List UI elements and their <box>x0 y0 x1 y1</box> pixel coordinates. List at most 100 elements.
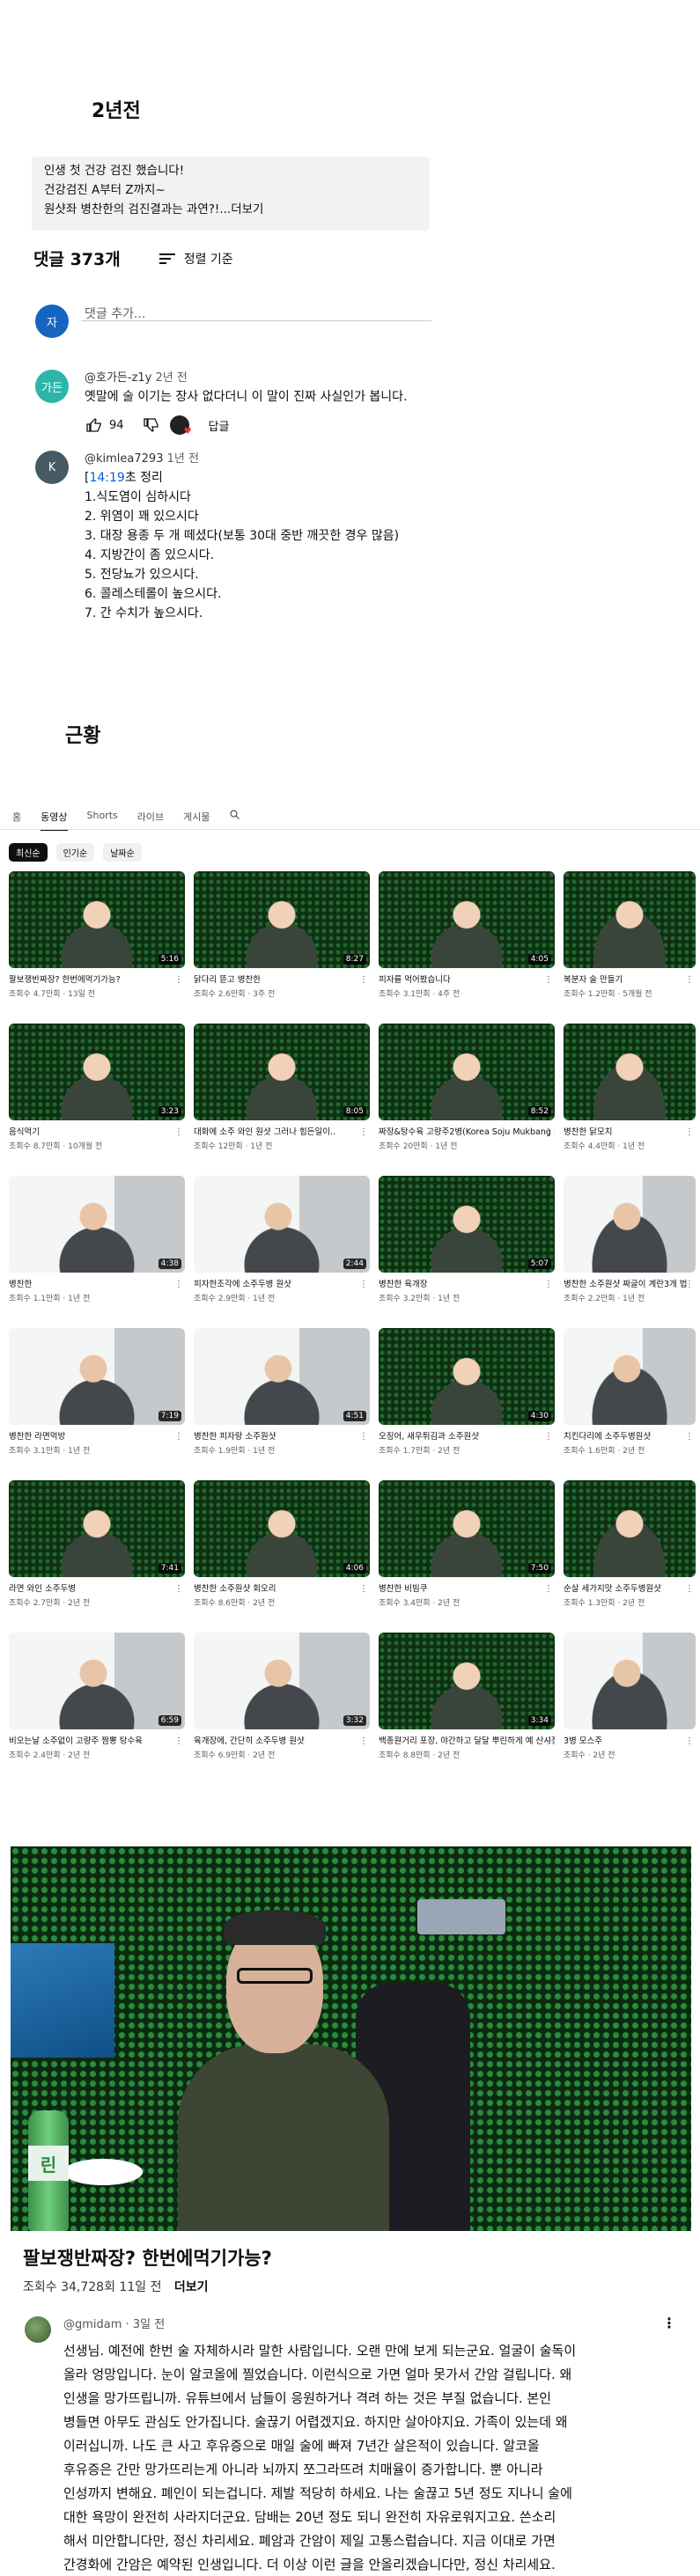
video-card-title[interactable]: 백종원거리 포장, 야간하고 달달 뿌린하게 예 산시장 족발사서 소주원샷3병… <box>379 1734 555 1746</box>
tab-posts[interactable]: 게시물 <box>183 810 210 831</box>
video-card[interactable]: 3:32 육개장에, 간단히 소주두병 원샷 조회수 6.9만회 · 2년 전 ⋮ <box>194 1633 370 1760</box>
video-card-title[interactable]: 음식먹기 <box>9 1125 185 1137</box>
video-card[interactable]: 8:52 짜장&탕수육 고량주2병(Korea Soju Mukbang Bott… <box>379 1024 555 1151</box>
video-thumbnail[interactable]: 4:05 <box>379 871 555 968</box>
more-options-icon[interactable]: ⋮ <box>685 975 694 985</box>
more-options-icon[interactable]: ⋮ <box>544 1127 553 1137</box>
video-card-title[interactable]: 병찬한 피자랑 소주원샷 <box>194 1429 370 1442</box>
video-more-link[interactable]: 더보기 <box>174 2280 209 2294</box>
video-card-title[interactable]: 병찬한 닭모치 <box>564 1125 696 1137</box>
video-thumbnail[interactable]: 3:32 <box>194 1633 370 1729</box>
video-card[interactable]: 3:34 백종원거리 포장, 야간하고 달달 뿌린하게 예 산시장 족발사서 소주… <box>379 1633 555 1760</box>
description-more-link[interactable]: ...더보기 <box>219 202 263 217</box>
more-options-icon[interactable]: ⋮ <box>174 1432 183 1442</box>
video-card[interactable]: 8:05 대화에 소주 와인 원샷 그러나 힘든일이.. 조회수 12만회 · 1년… <box>194 1024 370 1151</box>
video-card-title[interactable]: 라면 와인 소주두병 <box>9 1582 185 1594</box>
video-thumbnail[interactable]: 8:52 <box>379 1024 555 1120</box>
more-options-icon[interactable]: ⋮ <box>685 1432 694 1442</box>
more-options-icon[interactable]: ⋮ <box>544 1432 553 1442</box>
video-card[interactable]: 4:06 병찬한 소주원샷 회오리 조회수 8.6만회 · 2년 전 ⋮ <box>194 1480 370 1608</box>
tab-videos[interactable]: 동영상 <box>41 810 68 831</box>
video-card-title[interactable]: 병찬한 비빔쿠 <box>379 1582 555 1594</box>
video-card[interactable]: 7:41 라면 와인 소주두병 조회수 2.7만회 · 2년 전 ⋮ <box>9 1480 185 1608</box>
video-card[interactable]: 4:38 병찬한 조회수 1.1만회 · 1년 전 ⋮ <box>9 1176 185 1303</box>
video-thumbnail[interactable]: 4:51 <box>194 1328 370 1425</box>
more-options-icon[interactable]: ⋮ <box>685 1127 694 1137</box>
video-thumbnail[interactable] <box>564 1328 696 1425</box>
video-card-title[interactable]: 복분자 술 만들기 <box>564 972 696 985</box>
video-card[interactable]: 4:51 병찬한 피자랑 소주원샷 조회수 1.9만회 · 1년 전 ⋮ <box>194 1328 370 1456</box>
video-card-title[interactable]: 순살 세가지맛 소주두병원샷 <box>564 1582 696 1594</box>
chip-latest[interactable]: 최신순 <box>9 843 48 862</box>
video-card[interactable]: 4:30 오징어, 새우튀김과 소주원샷 조회수 1.7만회 · 2년 전 ⋮ <box>379 1328 555 1456</box>
video-thumbnail[interactable]: 8:27 <box>194 871 370 968</box>
more-options-icon[interactable]: ⋮ <box>174 975 183 985</box>
more-options-icon[interactable]: ⋮ <box>359 1280 368 1289</box>
video-thumbnail[interactable] <box>564 1633 696 1729</box>
add-comment-input[interactable]: 댓글 추가... <box>85 305 145 322</box>
video-card[interactable]: 3병 모스주 조회수 · 2년 전 ⋮ <box>564 1633 696 1760</box>
video-thumbnail[interactable]: 5:16 <box>9 871 185 968</box>
more-options-icon[interactable]: ⋮ <box>174 1584 183 1594</box>
comment-avatar[interactable]: 가든 <box>35 370 69 403</box>
comment-avatar[interactable]: K <box>35 451 69 484</box>
video-thumbnail[interactable]: 5:07 <box>379 1176 555 1273</box>
video-card-title[interactable]: 치킨다리에 소주두병원샷 <box>564 1429 696 1442</box>
video-card-title[interactable]: 오징어, 새우튀김과 소주원샷 <box>379 1429 555 1442</box>
video-card-title[interactable]: 육개장에, 간단히 소주두병 원샷 <box>194 1734 370 1746</box>
search-icon[interactable] <box>229 810 239 831</box>
comment-time[interactable]: 2년 전 <box>156 371 188 385</box>
video-thumbnail[interactable]: 2:44 <box>194 1176 370 1273</box>
video-card-title[interactable]: 병찬한 소주원샷 회오리 <box>194 1582 370 1594</box>
more-options-icon[interactable]: ⋮ <box>359 1584 368 1594</box>
video-card-title[interactable]: 병찬한 소주원샷 짜글이 계란3개 법 <box>564 1277 696 1289</box>
video-card-title[interactable]: 피자한조각에 소주두병 원샷 <box>194 1277 370 1289</box>
video-card[interactable]: 4:05 피자를 먹어봤습니다 조회수 3.1만회 · 4주 전 ⋮ <box>379 871 555 999</box>
video-card-title[interactable]: 짜장&탕수육 고량주2병(Korea Soju Mukbang Bottoms … <box>379 1125 555 1137</box>
more-options-icon[interactable]: ⋮ <box>359 1127 368 1137</box>
timestamp-link[interactable]: 14:19 <box>89 471 124 485</box>
video-card-title[interactable]: 병찬한 <box>9 1277 185 1289</box>
comment-avatar[interactable] <box>25 2316 51 2343</box>
more-options-icon[interactable]: ⋮ <box>359 1432 368 1442</box>
video-card[interactable]: 복분자 술 만들기 조회수 1.2만회 · 5개월 전 ⋮ <box>564 871 696 999</box>
video-thumbnail[interactable]: 8:05 <box>194 1024 370 1120</box>
more-options-icon[interactable]: ⋮ <box>685 1584 694 1594</box>
video-card[interactable]: 5:07 병찬한 육개장 조회수 3.2만회 · 1년 전 ⋮ <box>379 1176 555 1303</box>
more-options-icon[interactable]: ⋮ <box>544 1736 553 1746</box>
chip-popular[interactable]: 인기순 <box>55 843 95 862</box>
more-options-icon[interactable]: ⋮ <box>174 1127 183 1137</box>
tab-shorts[interactable]: Shorts <box>87 810 118 831</box>
more-options-icon[interactable]: ⋮ <box>359 975 368 985</box>
video-thumbnail[interactable] <box>564 1480 696 1577</box>
video-thumbnail[interactable]: 4:38 <box>9 1176 185 1273</box>
video-card-title[interactable]: 병찬한 라면먹방 <box>9 1429 185 1442</box>
video-card[interactable]: 5:16 팔보쟁반짜장? 한번에먹기가능? 조회수 4.7만회 · 13일 전 ⋮ <box>9 871 185 999</box>
comment-author[interactable]: @호가든-z1y <box>85 371 151 385</box>
video-thumbnail[interactable]: 7:50 <box>379 1480 555 1577</box>
comment-author[interactable]: @gmidam <box>63 2318 122 2331</box>
video-card-title[interactable]: 팔보쟁반짜장? 한번에먹기가능? <box>9 972 185 985</box>
video-card[interactable]: 3:23 음식먹기 조회수 8.7만회 · 10개월 전 ⋮ <box>9 1024 185 1151</box>
more-options-icon[interactable]: ⋮ <box>174 1736 183 1746</box>
video-thumbnail[interactable]: 3:34 <box>379 1633 555 1729</box>
comment-author[interactable]: @kimlea7293 <box>85 452 163 466</box>
video-card-title[interactable]: 대화에 소주 와인 원샷 그러나 힘든일이.. <box>194 1125 370 1137</box>
video-card-title[interactable]: 닭다리 뜯고 병찬한 <box>194 972 370 985</box>
video-thumbnail[interactable] <box>564 871 696 968</box>
video-card[interactable]: 8:27 닭다리 뜯고 병찬한 조회수 2.6만회 · 3주 전 ⋮ <box>194 871 370 999</box>
reply-button[interactable]: 답글 <box>209 417 230 434</box>
video-card-title[interactable]: 병찬한 육개장 <box>379 1277 555 1289</box>
dislike-icon[interactable] <box>143 418 159 432</box>
sort-button[interactable]: 정렬 기준 <box>158 250 233 268</box>
video-card[interactable]: 2:44 피자한조각에 소주두병 원샷 조회수 2.9만회 · 1년 전 ⋮ <box>194 1176 370 1303</box>
video-card[interactable]: 7:50 병찬한 비빔쿠 조회수 3.4만회 · 2년 전 ⋮ <box>379 1480 555 1608</box>
more-options-icon[interactable]: ⋮ <box>359 1736 368 1746</box>
more-options-icon[interactable]: ⋮ <box>174 1280 183 1289</box>
video-thumbnail[interactable]: 7:19 <box>9 1328 185 1425</box>
video-thumbnail[interactable]: 4:06 <box>194 1480 370 1577</box>
comment-time[interactable]: 1년 전 <box>167 452 199 466</box>
video-thumbnail[interactable]: 7:41 <box>9 1480 185 1577</box>
tab-live[interactable]: 라이브 <box>137 810 164 831</box>
video-description[interactable]: 인생 첫 건강 검진 했습니다! 건강검진 A부터 Z까지~ 원샷좌 병찬한의 … <box>32 157 430 231</box>
